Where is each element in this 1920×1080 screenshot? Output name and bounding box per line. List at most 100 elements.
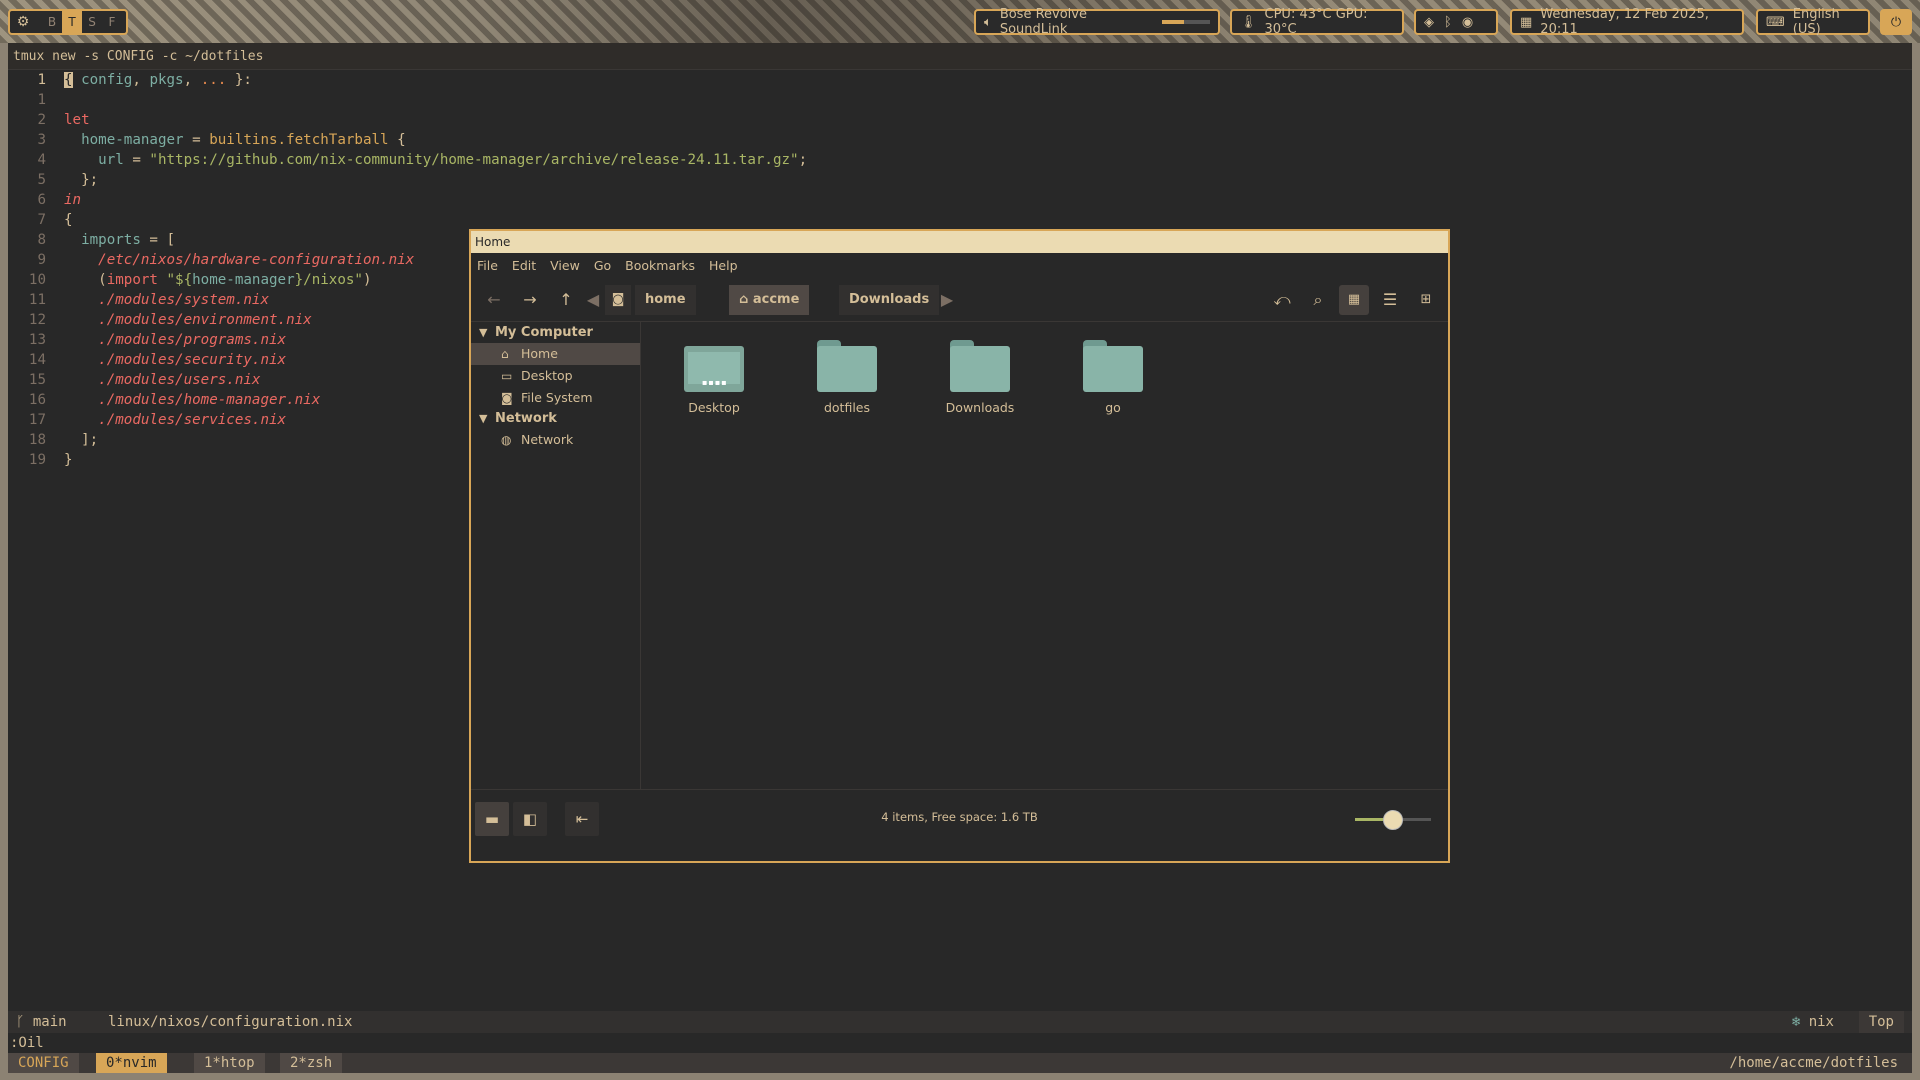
- power-button[interactable]: ⏻: [1880, 9, 1912, 35]
- line-number: 1: [37, 92, 46, 108]
- filetype-label: nix: [1808, 1014, 1834, 1030]
- branch-label: main: [32, 1014, 67, 1030]
- code-token: home-manager: [81, 132, 184, 148]
- code-token: ./modules/security.nix: [98, 352, 287, 368]
- code-token: "${: [166, 272, 193, 288]
- current-file: linux/nixos/configuration.nix: [108, 1014, 353, 1030]
- window-title[interactable]: Home: [471, 231, 1448, 253]
- file-manager-window[interactable]: Home File Edit View Go Bookmarks Help ← …: [469, 229, 1450, 863]
- tmux-status-bar: CONFIG 0*nvim 1*htop 2*zsh /home/accme/d…: [8, 1053, 1912, 1073]
- zoom-handle[interactable]: [1383, 810, 1403, 830]
- menu-view[interactable]: View: [550, 258, 580, 273]
- code-token: "https://github.com/nix-community/home-m…: [149, 152, 799, 168]
- file-item-go[interactable]: go: [1063, 340, 1163, 415]
- menu-go[interactable]: Go: [594, 258, 611, 273]
- menu-file[interactable]: File: [477, 258, 498, 273]
- toolbar: ← → ↑ ◀ ◙ home ⌂ accme Downloads ▶ ⤺ ⌕ ▦…: [471, 277, 1448, 321]
- audio-widget[interactable]: 🔈︎ Bose Revolve SoundLink: [974, 7, 1220, 37]
- line-number: 5: [37, 172, 46, 188]
- crumb-accme[interactable]: ⌂ accme: [729, 285, 810, 315]
- line-number: 10: [28, 272, 46, 288]
- file-grid[interactable]: ▪▪▪▪ Desktop dotfiles Downloads go: [642, 322, 1448, 789]
- code-token: ./modules/programs.nix: [98, 332, 287, 348]
- line-number: 1: [37, 72, 46, 88]
- code-line: 7{: [8, 210, 1912, 230]
- line-number: 17: [28, 412, 46, 428]
- line-number: 6: [37, 192, 46, 208]
- tmux-window[interactable]: 2*zsh: [280, 1053, 343, 1073]
- drive-icon: ◙: [501, 391, 513, 405]
- list-view-icon[interactable]: ☰: [1375, 285, 1405, 315]
- line-number: 19: [28, 452, 46, 468]
- vim-statusline: ᚴ main linux/nixos/configuration.nix ❄ n…: [8, 1011, 1912, 1033]
- top-panel: ⚙ B T S F 🔈︎ Bose Revolve SoundLink 🌡︎ C…: [0, 0, 1920, 43]
- forward-arrow-icon[interactable]: →: [515, 285, 545, 315]
- workspace-s[interactable]: S: [82, 11, 102, 33]
- code-line: 1{ config, pkgs, ... }:: [8, 70, 1912, 90]
- nix-icon: ❄: [1791, 1014, 1801, 1030]
- menu-edit[interactable]: Edit: [512, 258, 536, 273]
- folder-icon: [817, 340, 877, 392]
- desktop-icon: ▭: [501, 369, 513, 383]
- sidebar-item-label: Desktop: [521, 368, 573, 383]
- sidebar-item-desktop[interactable]: ▭ Desktop: [471, 365, 640, 387]
- clock-widget[interactable]: ▦ Wednesday, 12 Feb 2025, 20:11: [1510, 7, 1744, 37]
- workspace-f[interactable]: F: [102, 11, 122, 33]
- audio-device-label: Bose Revolve SoundLink: [999, 7, 1087, 37]
- crumb-home[interactable]: home: [635, 285, 696, 315]
- menu-help[interactable]: Help: [709, 258, 738, 273]
- workspace-b[interactable]: B: [42, 11, 62, 33]
- sidebar-item-label: File System: [521, 390, 593, 405]
- crumb-downloads[interactable]: Downloads: [839, 285, 940, 315]
- search-icon[interactable]: ⌕: [1303, 285, 1333, 315]
- code-line: 2 let: [8, 110, 1912, 130]
- datetime-label: Wednesday, 12 Feb 2025, 20:11: [1540, 7, 1709, 37]
- tmux-window[interactable]: 1*htop: [194, 1053, 265, 1073]
- sidebar-item-file-system[interactable]: ◙ File System: [471, 387, 640, 409]
- code-token: builtins.fetchTarball: [209, 132, 389, 148]
- steam-icon[interactable]: ◉: [1462, 15, 1473, 30]
- branch-icon: ᚴ: [16, 1014, 33, 1030]
- sidebar-section-network[interactable]: ▼ Network: [471, 409, 640, 429]
- bluetooth-icon[interactable]: ᛒ: [1444, 15, 1452, 30]
- workspace-t[interactable]: T: [62, 11, 82, 33]
- drive-icon[interactable]: ◙: [605, 285, 631, 315]
- line-number: 4: [37, 152, 46, 168]
- tmux-window[interactable]: 0*nvim: [96, 1053, 167, 1073]
- menu-bookmarks[interactable]: Bookmarks: [625, 258, 695, 273]
- workspace-switcher: ⚙ B T S F: [8, 9, 128, 35]
- gear-icon[interactable]: ⚙: [10, 14, 36, 30]
- filetype: ❄ nix: [1792, 1011, 1834, 1033]
- file-item-desktop[interactable]: ▪▪▪▪ Desktop: [664, 340, 764, 415]
- file-item-dotfiles[interactable]: dotfiles: [797, 340, 897, 415]
- crumb-right-icon[interactable]: ▶: [937, 285, 957, 315]
- sidebar-section-my-computer[interactable]: ▼ My Computer: [471, 323, 640, 343]
- sidebar-item-home[interactable]: ⌂ Home: [471, 343, 640, 365]
- tmux-path: /home/accme/dotfiles: [1729, 1055, 1898, 1071]
- language-widget[interactable]: ⌨ English (US): [1756, 7, 1870, 37]
- code-token: import: [106, 272, 158, 288]
- crumb-left-icon[interactable]: ◀: [583, 285, 603, 315]
- speaker-icon: 🔈︎: [984, 14, 992, 30]
- status-text: 4 items, Free space: 1.6 TB: [881, 810, 1038, 824]
- compact-view-icon[interactable]: ⊞: [1411, 285, 1441, 315]
- code-token: pkgs: [149, 72, 184, 88]
- up-arrow-icon[interactable]: ↑: [551, 285, 581, 315]
- zoom-slider[interactable]: [1355, 810, 1431, 830]
- toggle-location-icon[interactable]: ⤺: [1267, 285, 1297, 315]
- sidebar-item-label: Network: [521, 432, 574, 447]
- sidebar-item-network[interactable]: ◍ Network: [471, 429, 640, 451]
- volume-bar[interactable]: [1162, 20, 1210, 24]
- sidebar-item-label: Home: [521, 346, 558, 361]
- folder-icon: [1083, 340, 1143, 392]
- file-item-downloads[interactable]: Downloads: [930, 340, 1030, 415]
- vim-command-line[interactable]: :Oil: [8, 1033, 44, 1053]
- layers-icon[interactable]: ◈: [1424, 15, 1434, 30]
- code-token: ./modules/home-manager.nix: [98, 392, 321, 408]
- back-arrow-icon[interactable]: ←: [479, 285, 509, 315]
- expand-icon: ▼: [479, 326, 488, 339]
- code-token: ./modules/users.nix: [98, 372, 261, 388]
- icon-view-icon[interactable]: ▦: [1339, 285, 1369, 315]
- menu-bar: File Edit View Go Bookmarks Help: [471, 253, 1448, 277]
- desktop-folder-icon: ▪▪▪▪: [684, 340, 744, 392]
